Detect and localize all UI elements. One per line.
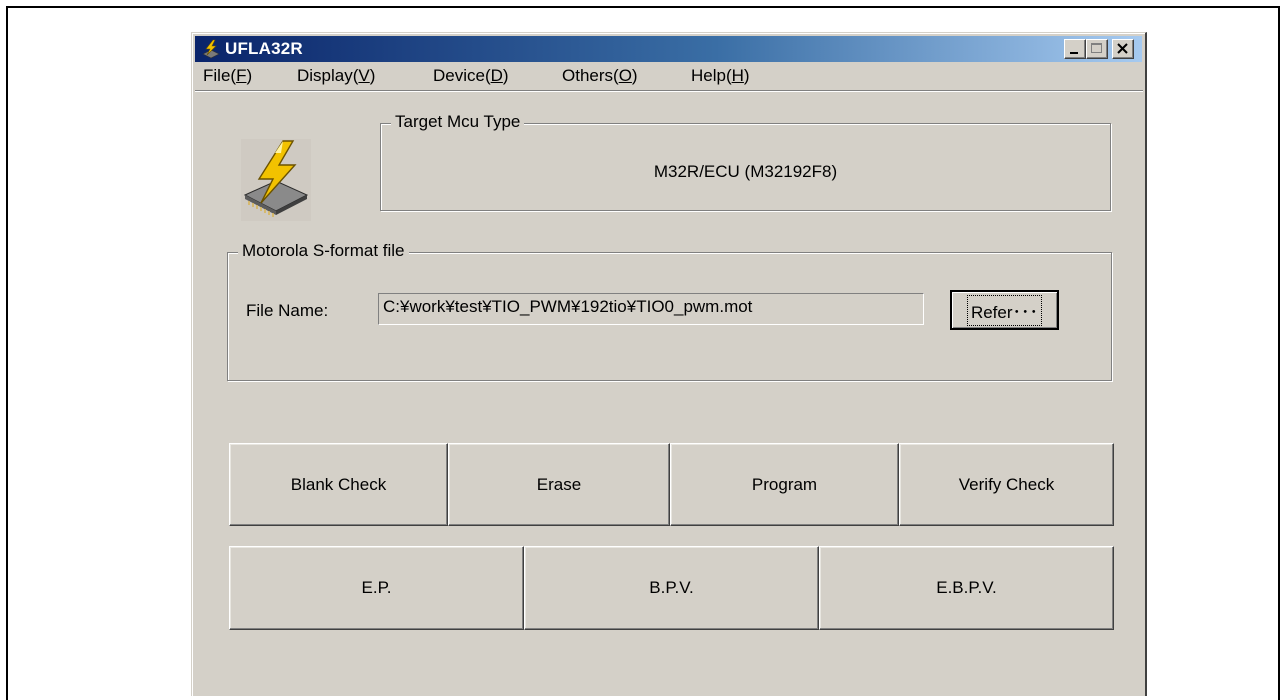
menu-device[interactable]: Device(D) (433, 66, 509, 86)
menu-display[interactable]: Display(V) (297, 66, 375, 86)
menu-separator (195, 90, 1143, 92)
blank-check-button[interactable]: Blank Check (229, 443, 448, 526)
sformat-file-group: Motorola S-format file File Name: C:¥wor… (227, 241, 1112, 381)
close-button[interactable] (1112, 39, 1134, 59)
maximize-icon (1091, 43, 1102, 53)
refer-button[interactable]: Refer･･･ (950, 290, 1059, 330)
verify-check-button[interactable]: Verify Check (899, 443, 1114, 526)
menu-others[interactable]: Others(O) (562, 66, 638, 86)
maximize-button[interactable] (1086, 39, 1108, 59)
lightning-chip-icon (241, 139, 311, 221)
ep-button[interactable]: E.P. (229, 546, 524, 630)
bpv-button[interactable]: B.P.V. (524, 546, 819, 630)
menu-file[interactable]: File(F) (203, 66, 252, 86)
minimize-icon (1070, 52, 1078, 54)
close-icon (1117, 43, 1128, 54)
target-mcu-group: Target Mcu Type M32R/ECU (M32192F8) (380, 112, 1111, 211)
program-button[interactable]: Program (670, 443, 899, 526)
file-name-field[interactable]: C:¥work¥test¥TIO_PWM¥192tio¥TIO0_pwm.mot (378, 293, 924, 325)
menu-help[interactable]: Help(H) (691, 66, 750, 86)
refer-button-label: Refer･･･ (966, 294, 1043, 326)
erase-button[interactable]: Erase (448, 443, 670, 526)
title-bar[interactable]: UFLA32R (195, 36, 1142, 62)
target-mcu-value: M32R/ECU (M32192F8) (653, 162, 838, 181)
target-mcu-title: Target Mcu Type (391, 112, 525, 132)
main-panel: Target Mcu Type M32R/ECU (M32192F8) Moto… (195, 93, 1143, 697)
sformat-file-title: Motorola S-format file (238, 241, 409, 261)
lightning-app-icon (202, 39, 220, 59)
file-name-label: File Name: (246, 301, 329, 320)
minimize-button[interactable] (1064, 39, 1086, 59)
window-title: UFLA32R (225, 39, 303, 58)
ebpv-button[interactable]: E.B.P.V. (819, 546, 1114, 630)
menu-bar: File(F) Display(V) Device(D) Others(O) H… (195, 63, 1142, 89)
app-window: UFLA32R File(F) Display(V) Device(D) Oth… (191, 32, 1147, 696)
